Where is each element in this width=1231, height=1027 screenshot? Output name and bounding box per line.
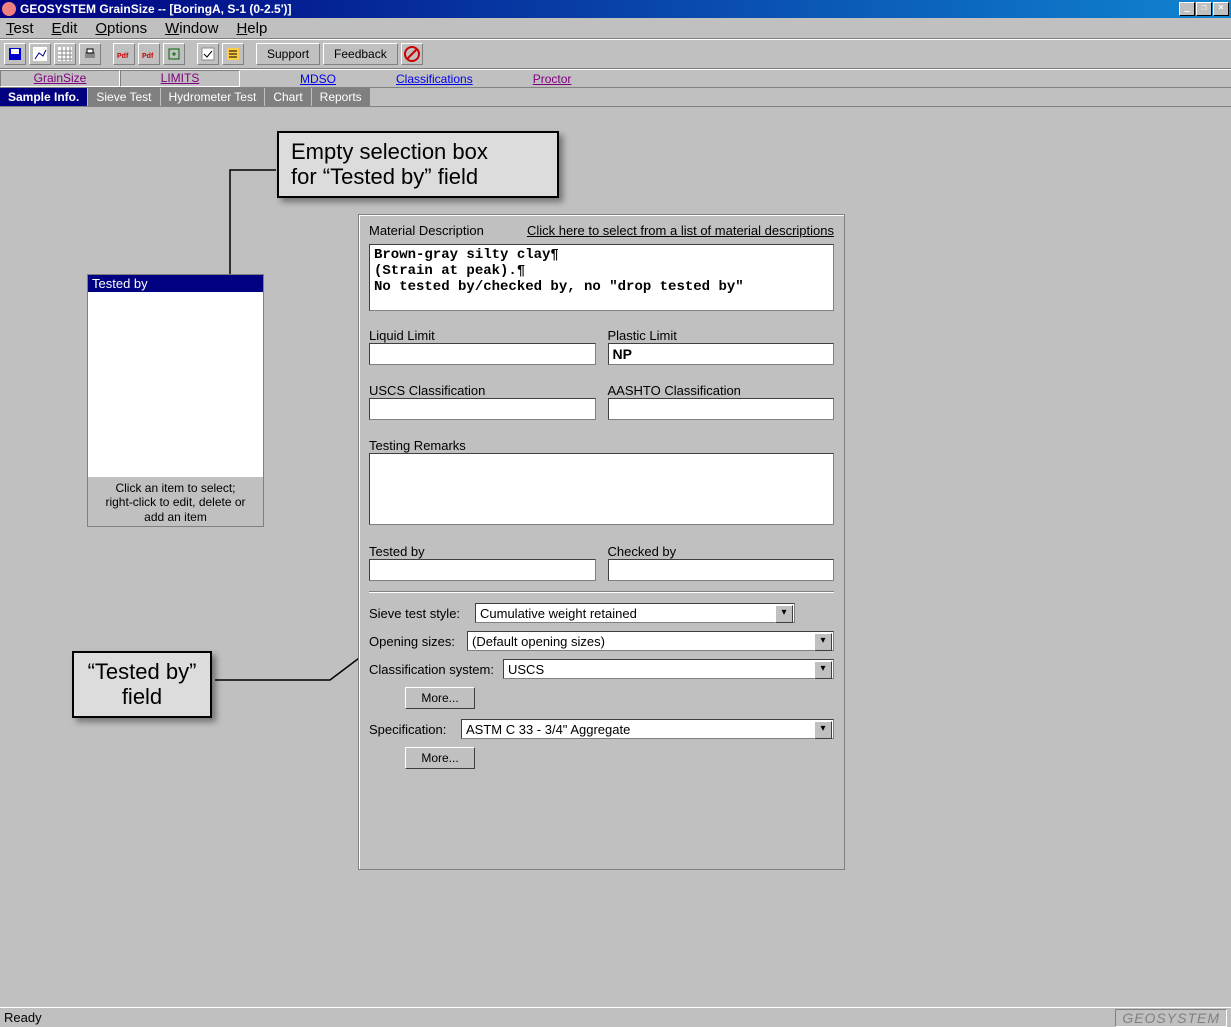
pdf-icon-2[interactable]: Pdf xyxy=(138,43,160,65)
specification-label: Specification: xyxy=(369,722,455,737)
titlebar: GEOSYSTEM GrainSize -- [BoringA, S-1 (0-… xyxy=(0,0,1231,18)
chart-icon-1[interactable] xyxy=(29,43,51,65)
material-desc-link[interactable]: Click here to select from a list of mate… xyxy=(527,223,834,238)
support-button[interactable]: Support xyxy=(256,43,320,65)
feedback-button[interactable]: Feedback xyxy=(323,43,398,65)
stop-icon[interactable] xyxy=(401,43,423,65)
save-icon[interactable] xyxy=(4,43,26,65)
aashto-field[interactable] xyxy=(608,398,835,420)
tab-reports[interactable]: Reports xyxy=(312,88,371,106)
toolbar: Pdf Pdf Support Feedback xyxy=(0,39,1231,69)
tested-by-label: Tested by xyxy=(369,544,596,559)
list-icon[interactable] xyxy=(222,43,244,65)
liquid-limit-field[interactable] xyxy=(369,343,596,365)
tested-by-list-header: Tested by xyxy=(88,275,263,292)
link-limits[interactable]: LIMITS xyxy=(161,71,200,85)
menu-test[interactable]: Test xyxy=(6,20,34,37)
tested-by-list-panel: Tested by Click an item to select; right… xyxy=(87,274,264,527)
check-icon[interactable] xyxy=(197,43,219,65)
checked-by-label: Checked by xyxy=(608,544,835,559)
menu-edit[interactable]: Edit xyxy=(52,20,78,37)
remarks-label: Testing Remarks xyxy=(369,438,834,453)
tab-hydrometer-test[interactable]: Hydrometer Test xyxy=(161,88,266,106)
material-desc-field[interactable] xyxy=(369,244,834,311)
titlebar-text: GEOSYSTEM GrainSize -- [BoringA, S-1 (0-… xyxy=(20,2,292,16)
opening-sizes-label: Opening sizes: xyxy=(369,634,461,649)
status-brand: GEOSYSTEM xyxy=(1115,1009,1227,1027)
plastic-limit-field[interactable] xyxy=(608,343,835,365)
aashto-label: AASHTO Classification xyxy=(608,383,835,398)
remarks-field[interactable] xyxy=(369,453,834,525)
tested-by-list-body[interactable] xyxy=(88,292,263,477)
liquid-limit-label: Liquid Limit xyxy=(369,328,596,343)
grid-icon[interactable] xyxy=(54,43,76,65)
uscs-label: USCS Classification xyxy=(369,383,596,398)
tab-sieve-test[interactable]: Sieve Test xyxy=(88,88,160,106)
checked-by-field[interactable] xyxy=(608,559,835,581)
export-icon[interactable] xyxy=(163,43,185,65)
menubar: Test Edit Options Window Help xyxy=(0,18,1231,39)
link-proctor[interactable]: Proctor xyxy=(533,72,572,86)
tab-strip: Sample Info. Sieve Test Hydrometer Test … xyxy=(0,88,1231,107)
material-desc-label: Material Description xyxy=(369,223,484,238)
svg-text:Pdf: Pdf xyxy=(117,53,129,60)
tested-by-list-footer: Click an item to select; right-click to … xyxy=(88,477,263,528)
module-link-strip: GrainSize LIMITS MDSO Classifications Pr… xyxy=(0,69,1231,88)
class-system-more-button[interactable]: More... xyxy=(405,687,475,709)
svg-text:Pdf: Pdf xyxy=(142,53,154,60)
tab-sample-info[interactable]: Sample Info. xyxy=(0,88,88,106)
uscs-field[interactable] xyxy=(369,398,596,420)
specification-combo[interactable]: ASTM C 33 - 3/4" Aggregate xyxy=(461,719,834,739)
menu-options[interactable]: Options xyxy=(95,20,147,37)
restore-button[interactable]: ❐ xyxy=(1196,2,1212,16)
callout-empty-selection: Empty selection box for “Tested by” fiel… xyxy=(277,131,559,198)
link-classifications[interactable]: Classifications xyxy=(396,72,473,86)
specification-more-button[interactable]: More... xyxy=(405,747,475,769)
class-system-label: Classification system: xyxy=(369,662,497,677)
plastic-limit-label: Plastic Limit xyxy=(608,328,835,343)
pdf-icon-1[interactable]: Pdf xyxy=(113,43,135,65)
tested-by-field[interactable] xyxy=(369,559,596,581)
menu-help[interactable]: Help xyxy=(236,20,267,37)
link-mdso[interactable]: MDSO xyxy=(300,72,336,86)
app-icon xyxy=(2,2,16,16)
status-text: Ready xyxy=(4,1010,42,1025)
status-bar: Ready GEOSYSTEM xyxy=(0,1007,1231,1027)
content-area: Empty selection box for “Tested by” fiel… xyxy=(0,107,1231,1007)
opening-sizes-combo[interactable]: (Default opening sizes) xyxy=(467,631,834,651)
sieve-style-label: Sieve test style: xyxy=(369,606,469,621)
tab-chart[interactable]: Chart xyxy=(265,88,311,106)
callout-tested-by-field: “Tested by” field xyxy=(72,651,212,718)
print-icon[interactable] xyxy=(79,43,101,65)
menu-window[interactable]: Window xyxy=(165,20,218,37)
sieve-style-combo[interactable]: Cumulative weight retained xyxy=(475,603,795,623)
close-button[interactable]: × xyxy=(1213,2,1229,16)
sample-info-form: Material Description Click here to selec… xyxy=(358,214,845,870)
class-system-combo[interactable]: USCS xyxy=(503,659,834,679)
link-grainsize[interactable]: GrainSize xyxy=(34,71,87,85)
minimize-button[interactable]: _ xyxy=(1179,2,1195,16)
